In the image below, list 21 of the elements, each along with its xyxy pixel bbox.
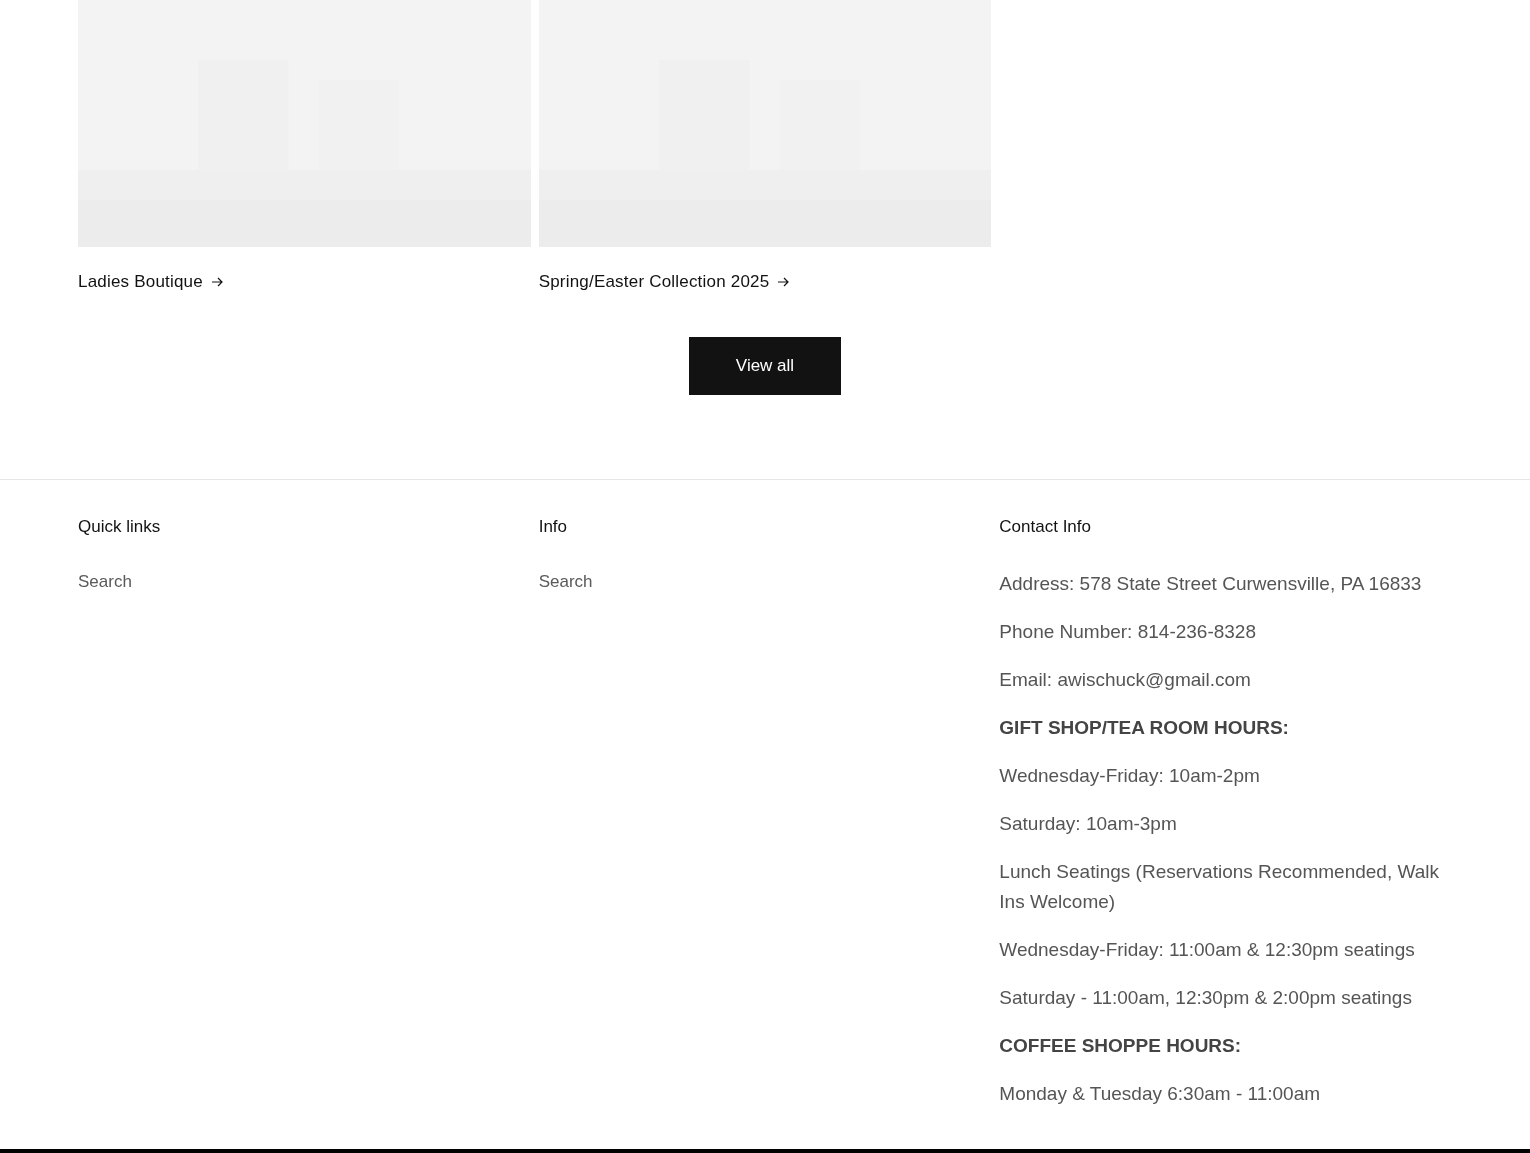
arrow-right-icon: [777, 275, 790, 288]
contact-text: Phone Number: 814-236-8328: [999, 620, 1257, 644]
contact-text: Email: awischuck@gmail.com: [999, 668, 1252, 692]
footer-heading: Quick links: [78, 515, 161, 538]
hours-heading: COFFEE SHOPPE HOURS:: [999, 1034, 1243, 1058]
contact-text: Address: 578 State Street Curwensville, PA 16833: [999, 572, 1423, 596]
contact-text: Wednesday-Friday: 10am-2pm: [999, 764, 1261, 788]
view-all-button[interactable]: View all: [689, 336, 841, 395]
footer-link[interactable]: Search: [78, 569, 132, 595]
collection-link[interactable]: Ladies Boutique: [78, 269, 223, 295]
footer-heading: Contact Info: [999, 515, 1091, 538]
contact-text: Lunch Seatings (Reservations Recommended, Walk Ins Welcome): [999, 860, 1440, 914]
footer-heading: Info: [538, 515, 567, 538]
contact-text: Saturday: 10am-3pm: [999, 812, 1178, 836]
contact-text: Monday & Tuesday 6:30am - 11:00am: [999, 1082, 1322, 1106]
footer-link[interactable]: Search: [538, 569, 593, 595]
contact-text: Wednesday-Friday: 11:00am & 12:30pm seatings: [999, 938, 1416, 962]
hours-heading: GIFT SHOP/TEA ROOM HOURS:: [999, 716, 1290, 740]
contact-text: Saturday - 11:00am, 12:30pm & 2:00pm seatings: [999, 986, 1413, 1010]
arrow-right-icon: [210, 275, 223, 288]
collection-link[interactable]: Spring/Easter Collection 2025: [538, 269, 790, 295]
